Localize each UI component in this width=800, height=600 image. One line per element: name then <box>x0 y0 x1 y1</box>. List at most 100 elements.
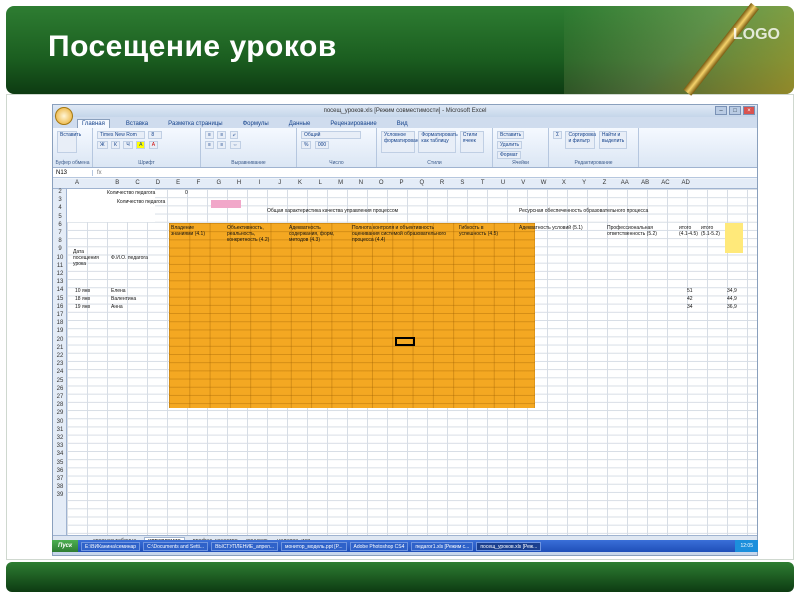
row-header[interactable]: 29 <box>53 410 67 416</box>
tab-home[interactable]: Главная <box>77 119 110 128</box>
taskbar-item[interactable]: Adobe Photoshop CS4 <box>349 541 409 551</box>
font-color-button[interactable]: A <box>148 141 159 149</box>
tab-data[interactable]: Данные <box>285 120 315 128</box>
column-header[interactable]: C <box>128 180 148 186</box>
row-header[interactable]: 11 <box>53 263 67 269</box>
column-header[interactable]: F <box>189 180 209 186</box>
row-header[interactable]: 27 <box>53 394 67 400</box>
column-header[interactable]: Y <box>574 180 594 186</box>
row-header[interactable]: 5 <box>53 214 67 220</box>
row-header[interactable]: 3 <box>53 197 67 203</box>
column-header[interactable]: A <box>67 180 87 186</box>
row-header[interactable]: 25 <box>53 378 67 384</box>
sort-filter-button[interactable]: Сортировка и фильтр <box>565 131 596 149</box>
taskbar-item[interactable]: E:\ВИКанина\семинар <box>81 541 141 551</box>
italic-button[interactable]: К <box>111 141 120 149</box>
column-header[interactable]: AC <box>655 180 675 186</box>
column-header[interactable]: AB <box>635 180 655 186</box>
paste-button[interactable]: Вставить <box>57 131 81 153</box>
column-header[interactable]: P <box>392 180 412 186</box>
fill-color-button[interactable]: A <box>136 141 146 149</box>
row-header[interactable]: 4 <box>53 205 67 211</box>
column-header[interactable]: K <box>290 180 310 186</box>
row-header[interactable]: 36 <box>53 468 67 474</box>
row-header[interactable]: 20 <box>53 337 67 343</box>
start-button[interactable]: Пуск <box>52 540 79 552</box>
column-header[interactable]: R <box>432 180 452 186</box>
delete-cells-button[interactable]: Удалить <box>497 141 523 149</box>
tab-insert[interactable]: Вставка <box>122 120 152 128</box>
column-header[interactable]: M <box>331 180 351 186</box>
underline-button[interactable]: Ч <box>123 141 133 149</box>
row-header[interactable]: 14 <box>53 287 67 293</box>
font-size-select[interactable]: 8 <box>148 131 163 139</box>
row-header[interactable]: 26 <box>53 386 67 392</box>
column-header[interactable]: N <box>351 180 371 186</box>
row-header[interactable]: 9 <box>53 246 67 252</box>
row-header[interactable]: 8 <box>53 238 67 244</box>
row-header[interactable]: 16 <box>53 304 67 310</box>
row-header[interactable]: 28 <box>53 402 67 408</box>
row-header[interactable]: 22 <box>53 353 67 359</box>
column-header[interactable]: V <box>513 180 533 186</box>
row-header[interactable]: 38 <box>53 484 67 490</box>
find-select-button[interactable]: Найти и выделить <box>598 131 627 149</box>
autosum-button[interactable]: Σ <box>553 131 563 139</box>
row-header[interactable]: 24 <box>53 369 67 375</box>
row-header[interactable]: 37 <box>53 476 67 482</box>
name-box[interactable]: N13 <box>53 169 93 176</box>
row-header[interactable]: 2 <box>53 189 67 195</box>
tab-page-layout[interactable]: Разметка страницы <box>164 120 226 128</box>
row-header[interactable]: 21 <box>53 345 67 351</box>
row-header[interactable]: 19 <box>53 328 67 334</box>
column-header[interactable]: B <box>107 180 127 186</box>
column-header[interactable]: O <box>371 180 391 186</box>
align-top-button[interactable]: ≡ <box>205 131 214 139</box>
row-header[interactable]: 35 <box>53 460 67 466</box>
column-header[interactable]: T <box>473 180 493 186</box>
format-as-table-button[interactable]: Форматировать как таблицу <box>418 131 458 153</box>
taskbar-item[interactable]: педагог1.xls [Режим с... <box>411 541 474 551</box>
column-header[interactable]: AD <box>676 180 696 186</box>
row-header[interactable]: 33 <box>53 443 67 449</box>
column-header[interactable]: D <box>148 180 168 186</box>
column-header[interactable]: W <box>534 180 554 186</box>
font-name-select[interactable]: Times New Rom <box>97 131 145 139</box>
column-header[interactable]: X <box>554 180 574 186</box>
row-header[interactable]: 30 <box>53 419 67 425</box>
thousands-button[interactable]: 000 <box>314 141 330 149</box>
row-header[interactable]: 12 <box>53 271 67 277</box>
selected-cell[interactable] <box>395 337 415 346</box>
office-button[interactable] <box>55 107 73 125</box>
number-format-select[interactable]: Общий <box>301 131 361 139</box>
row-header[interactable]: 6 <box>53 222 67 228</box>
tab-review[interactable]: Рецензирование <box>326 120 380 128</box>
row-header[interactable]: 7 <box>53 230 67 236</box>
tab-view[interactable]: Вид <box>393 120 412 128</box>
column-header[interactable]: S <box>452 180 472 186</box>
row-header[interactable]: 13 <box>53 279 67 285</box>
merge-button[interactable]: ⇔ <box>229 141 241 149</box>
column-header[interactable]: Z <box>595 180 615 186</box>
minimize-button[interactable]: – <box>715 106 727 115</box>
spreadsheet-grid[interactable]: Количество педагога 0 Количество педагог… <box>67 189 757 535</box>
row-header[interactable]: 34 <box>53 451 67 457</box>
row-header[interactable]: 17 <box>53 312 67 318</box>
row-header[interactable]: 15 <box>53 296 67 302</box>
align-center-button[interactable]: ≡ <box>217 141 227 149</box>
insert-cells-button[interactable]: Вставить <box>497 131 525 139</box>
maximize-button[interactable]: □ <box>729 106 741 115</box>
tab-formulas[interactable]: Формулы <box>239 120 273 128</box>
taskbar-item[interactable]: C:\Documents and Setti... <box>143 541 209 551</box>
row-header[interactable]: 18 <box>53 320 67 326</box>
format-cells-button[interactable]: Формат <box>497 151 521 159</box>
bold-button[interactable]: Ж <box>97 141 108 149</box>
align-middle-button[interactable]: ≡ <box>217 131 227 139</box>
row-header[interactable]: 23 <box>53 361 67 367</box>
column-header[interactable]: G <box>209 180 229 186</box>
conditional-format-button[interactable]: Условное форматирование <box>381 131 424 153</box>
align-left-button[interactable]: ≡ <box>205 141 214 149</box>
taskbar-item[interactable]: ВЫСТУПЛЕНИЕ_апрел... <box>211 541 279 551</box>
cell-styles-button[interactable]: Стили ячеек <box>459 131 484 153</box>
column-header[interactable]: J <box>270 180 290 186</box>
